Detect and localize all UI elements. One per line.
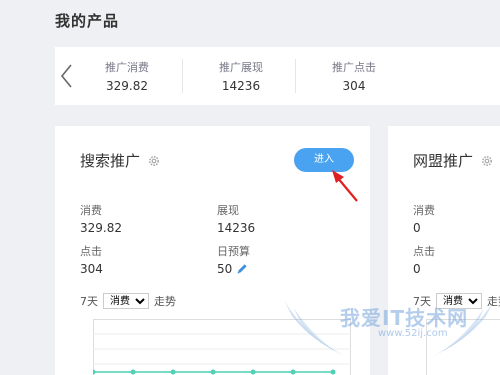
metric-value: 0 — [413, 221, 421, 235]
card-title: 网盟推广 — [413, 150, 493, 171]
search-promotion-card: 搜索推广 进入 消费 329.82 展现 14236 点击 304 日预算 50 — [55, 126, 370, 375]
trend-point — [330, 369, 336, 375]
metric-label: 日预算 — [217, 245, 250, 258]
trend-range: 7天 — [413, 295, 431, 308]
trend-point — [250, 369, 256, 375]
summary-impressions-value: 14236 — [221, 79, 261, 93]
page-root: 我的产品 推广消费 329.82 推广展现 14236 推广点击 304 搜索推… — [0, 0, 500, 375]
metric-label: 展现 — [217, 204, 239, 217]
trend-suffix: 走势 — [154, 295, 176, 308]
summary-clicks-label: 推广点击 — [332, 61, 376, 74]
trend-point — [93, 369, 96, 375]
summary-spend: 推广消费 329.82 — [72, 59, 182, 93]
summary-spend-label: 推广消费 — [105, 61, 149, 74]
pencil-edit-icon[interactable] — [236, 263, 248, 275]
card-title: 搜索推广 — [80, 150, 160, 171]
metric-spend: 消费 329.82 — [80, 202, 122, 235]
summary-strip: 推广消费 329.82 推广展现 14236 推广点击 304 — [55, 47, 500, 105]
metric-value: 14236 — [217, 221, 256, 235]
annotation-arrow-icon — [332, 170, 358, 202]
metric-label: 消费 — [413, 204, 435, 217]
trend-point — [130, 369, 136, 375]
metric-clicks: 点击 304 — [80, 243, 103, 276]
summary-impressions-label: 推广展现 — [219, 61, 263, 74]
metric-spend: 消费 0 — [413, 202, 435, 235]
trend-suffix: 走势 — [487, 295, 500, 308]
metric-value: 0 — [413, 262, 421, 276]
summary-clicks-value: 304 — [342, 79, 366, 93]
metric-value: 50 — [217, 262, 250, 276]
metric-clicks: 点击 0 — [413, 243, 435, 276]
trend-point — [290, 369, 296, 375]
metric-label: 点击 — [413, 245, 435, 258]
summary-clicks: 推广点击 304 — [299, 59, 409, 93]
trend-range: 7天 — [80, 295, 98, 308]
trend-point — [170, 369, 176, 375]
metric-value: 329.82 — [80, 221, 122, 235]
metric-impressions: 展现 14236 — [217, 202, 255, 235]
trend-point — [210, 369, 216, 375]
gear-icon[interactable] — [481, 155, 493, 167]
network-promotion-card: 网盟推广 消费 0 点击 0 7天 消费 走势 — [388, 126, 500, 375]
summary-spend-value: 329.82 — [106, 79, 148, 93]
trend-controls: 7天 消费 走势 — [80, 293, 176, 309]
gear-icon[interactable] — [148, 155, 160, 167]
trend-chart — [426, 319, 500, 375]
trend-controls: 7天 消费 走势 — [413, 293, 500, 309]
trend-metric-select[interactable]: 消费 — [436, 293, 482, 309]
trend-chart — [93, 319, 351, 375]
divider — [295, 59, 296, 93]
metric-daily-budget: 日预算 50 — [217, 243, 250, 276]
card-title-text: 搜索推广 — [80, 152, 141, 170]
chart-frame — [93, 319, 351, 375]
metric-value: 304 — [80, 262, 103, 276]
card-title-text: 网盟推广 — [413, 152, 474, 170]
summary-impressions: 推广展现 14236 — [186, 59, 296, 93]
metric-label: 消费 — [80, 204, 102, 217]
page-title: 我的产品 — [55, 12, 120, 30]
divider — [182, 59, 183, 93]
metric-label: 点击 — [80, 245, 102, 258]
trend-metric-select[interactable]: 消费 — [103, 293, 149, 309]
budget-value: 50 — [217, 262, 233, 276]
